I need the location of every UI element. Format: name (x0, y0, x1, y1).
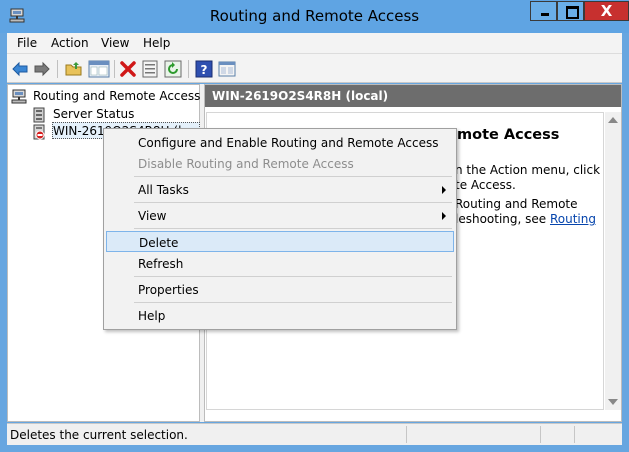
status-divider (540, 426, 541, 443)
menu-item-label: Configure and Enable Routing and Remote … (138, 136, 439, 150)
minimize-button[interactable] (530, 1, 557, 21)
routing-root-icon (11, 89, 27, 104)
toolbar: ? (7, 53, 622, 83)
menu-item-all-tasks[interactable]: All Tasks (106, 179, 454, 200)
status-divider (574, 426, 575, 443)
submenu-arrow-icon (442, 212, 446, 220)
menu-separator (134, 202, 452, 203)
forward-arrow-icon[interactable] (33, 60, 51, 78)
welcome-text-line: Routing and Remote (455, 197, 578, 211)
welcome-text-prefix: leshooting, see (455, 212, 550, 226)
help-icon[interactable]: ? (195, 60, 213, 78)
toolbar-separator (57, 60, 58, 78)
menu-file[interactable]: File (17, 36, 37, 50)
show-hide-tree-icon[interactable] (88, 60, 110, 78)
toolbar-separator (114, 60, 115, 78)
details-header: WIN-2619O2S4R8H (local) (205, 85, 621, 107)
title-bar[interactable]: Routing and Remote Access X (0, 0, 629, 33)
status-text: Deletes the current selection. (10, 428, 188, 442)
svg-text:?: ? (201, 63, 208, 77)
menu-separator (134, 228, 452, 229)
menu-item-delete[interactable]: Delete (106, 231, 454, 252)
menu-bar: File Action View Help (7, 33, 622, 53)
menu-item-configure[interactable]: Configure and Enable Routing and Remote … (106, 132, 454, 153)
welcome-title: mote Access (457, 127, 560, 143)
menu-item-label: Disable Routing and Remote Access (138, 157, 354, 171)
tree-label-root: Routing and Remote Access (33, 89, 201, 103)
maximize-button[interactable] (557, 1, 584, 21)
menu-item-label: Help (138, 309, 166, 323)
context-menu: Configure and Enable Routing and Remote … (103, 128, 457, 330)
status-bar: Deletes the current selection. (7, 423, 622, 445)
menu-item-label: All Tasks (138, 183, 189, 197)
toolbar-separator (188, 60, 189, 78)
menu-item-label: Refresh (138, 257, 184, 271)
properties-icon[interactable] (141, 60, 159, 78)
menu-separator (134, 176, 452, 177)
menu-separator (134, 276, 452, 277)
refresh-icon[interactable] (164, 60, 182, 78)
details-scrollbar[interactable] (605, 112, 621, 410)
menu-item-properties[interactable]: Properties (106, 279, 454, 300)
up-folder-icon[interactable] (65, 60, 83, 78)
menu-view[interactable]: View (101, 36, 129, 50)
menu-item-label: Delete (139, 236, 179, 250)
menu-separator (134, 302, 452, 303)
scroll-up-icon[interactable] (608, 117, 618, 123)
menu-item-label: View (138, 209, 167, 223)
menu-item-view[interactable]: View (106, 205, 454, 226)
menu-help[interactable]: Help (143, 36, 170, 50)
close-button[interactable]: X (584, 1, 629, 21)
mmc-window: Routing and Remote Access X File Action … (0, 0, 629, 452)
welcome-text-line: leshooting, see Routing (455, 212, 596, 226)
delete-icon[interactable] (119, 60, 137, 78)
console-view-icon[interactable] (218, 60, 236, 78)
server-status-icon (33, 107, 45, 123)
menu-item-label: Properties (138, 283, 199, 297)
back-arrow-icon[interactable] (11, 60, 29, 78)
scroll-down-icon[interactable] (608, 399, 618, 405)
welcome-text-line: n the Action menu, click (455, 163, 601, 177)
menu-action[interactable]: Action (51, 36, 89, 50)
tree-label-server-status: Server Status (53, 107, 135, 121)
tree-item-root[interactable]: Routing and Remote Access (8, 88, 201, 106)
menu-item-refresh[interactable]: Refresh (106, 253, 454, 274)
submenu-arrow-icon (442, 186, 446, 194)
menu-item-disable: Disable Routing and Remote Access (106, 153, 454, 174)
close-icon: X (600, 2, 613, 20)
routing-help-link[interactable]: Routing (550, 212, 596, 226)
menu-item-help[interactable]: Help (106, 305, 454, 326)
server-stopped-icon (33, 124, 45, 140)
welcome-text-line: te Access. (455, 178, 516, 192)
status-divider (406, 426, 407, 443)
